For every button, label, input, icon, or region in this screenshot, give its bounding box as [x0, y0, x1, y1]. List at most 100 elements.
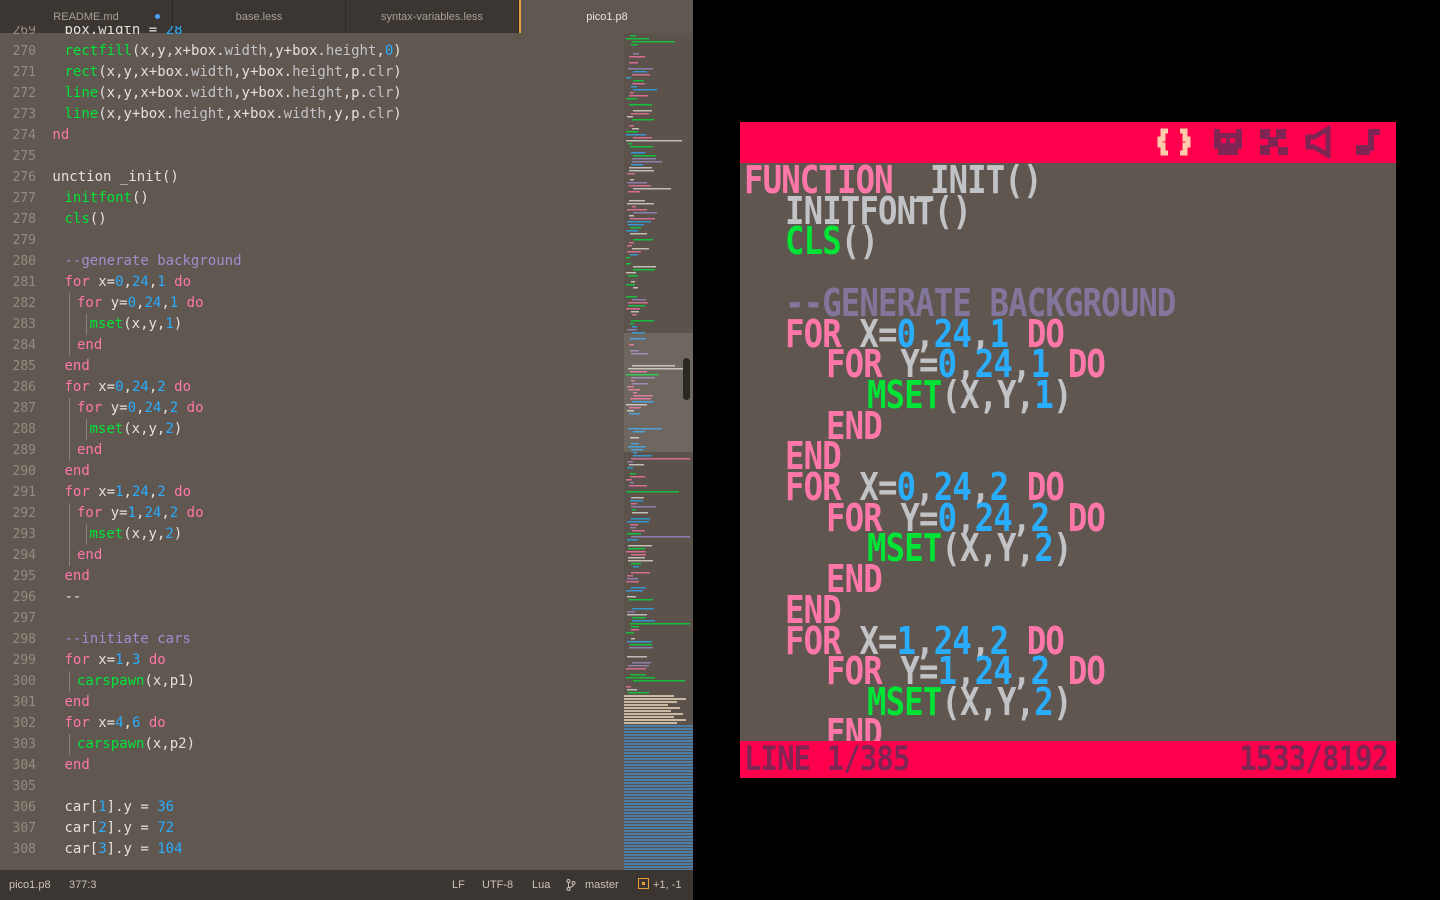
code-line[interactable]: 288 mset(x,y,2) — [0, 419, 624, 440]
code-editor[interactable]: 269 box.width = 28 270 rectfill(x,y,x+box.w… — [0, 26, 624, 870]
minimap-line — [627, 245, 632, 247]
code-line[interactable]: 307 car[2].y = 72 — [0, 818, 624, 839]
minimap-line — [632, 299, 646, 301]
code-line[interactable]: 303 carspawn(x,p2) — [0, 734, 624, 755]
minimap[interactable] — [624, 33, 693, 870]
code-token: , — [123, 379, 132, 395]
pico8-code-line[interactable]: CLS() — [785, 222, 879, 260]
code-line[interactable]: 293 mset(x,y,2) — [0, 524, 624, 545]
status-git-branch[interactable]: master — [585, 879, 619, 891]
code-token: , — [161, 505, 170, 521]
code-text: --initiate cars — [65, 629, 191, 650]
minimap-line — [624, 821, 693, 823]
code-line[interactable]: 289 end — [0, 440, 624, 461]
indent-guide — [68, 335, 70, 356]
code-tab-icon[interactable] — [1156, 125, 1192, 159]
code-line[interactable]: 277 initfont() — [0, 188, 624, 209]
code-line[interactable]: 292 for y=1,24,2 do — [0, 503, 624, 524]
code-line[interactable]: 278 cls() — [0, 209, 624, 230]
code-token: (x,p2) — [144, 736, 196, 752]
code-line[interactable]: 298 --initiate cars — [0, 629, 624, 650]
vertical-scrollbar[interactable] — [683, 358, 690, 400]
minimap-line — [633, 239, 653, 241]
code-line[interactable]: 281 for x=0,24,1 do — [0, 272, 624, 293]
code-line[interactable]: 279 — [0, 230, 624, 251]
code-line[interactable]: 280 --generate background — [0, 251, 624, 272]
code-line[interactable]: 299 for x=1,3 do — [0, 650, 624, 671]
code-line[interactable]: 276 function _init() — [0, 167, 624, 188]
code-line[interactable]: 300 carspawn(x,p1) — [0, 671, 624, 692]
minimap-line — [628, 224, 644, 226]
code-line[interactable]: 275 — [0, 146, 624, 167]
map-tab-icon[interactable] — [1256, 125, 1292, 159]
code-token: for — [64, 652, 90, 668]
status-line-ending[interactable]: LF — [452, 879, 465, 891]
code-line[interactable]: 306 car[1].y = 36 — [0, 797, 624, 818]
status-cursor-position[interactable]: 377:3 — [69, 879, 97, 891]
minimap-line — [624, 713, 683, 715]
code-line[interactable]: 286 for x=0,24,2 do — [0, 377, 624, 398]
line-number: 274 — [12, 128, 36, 143]
pico8-code-line[interactable]: END — [826, 714, 883, 741]
code-line[interactable]: 290 end — [0, 461, 624, 482]
code-line[interactable]: 308 car[3].y = 104 — [0, 839, 624, 860]
sprite-tab-icon[interactable] — [1210, 125, 1246, 159]
code-line[interactable]: 304 end — [0, 755, 624, 776]
code-line[interactable]: 302 for x=4,6 do — [0, 713, 624, 734]
status-encoding[interactable]: UTF-8 — [482, 879, 513, 891]
code-line[interactable]: 294 end — [0, 545, 624, 566]
pico8-code-token: (X,Y, — [941, 526, 1035, 571]
code-token: ,y+box. — [233, 85, 293, 101]
minimap-line — [624, 728, 693, 730]
indent-guide — [68, 524, 70, 545]
code-line[interactable]: 291 for x=1,24,2 do — [0, 482, 624, 503]
code-line[interactable]: 271 rect(x,y,x+box.width,y+box.height,p.c… — [0, 62, 624, 83]
pico8-code-area[interactable]: FUNCTION _INIT() INITFONT() CLS() --GENERAT… — [740, 163, 1396, 741]
status-file-name[interactable]: pico1.p8 — [9, 879, 51, 891]
minimap-line — [628, 560, 653, 562]
minimap-line — [631, 311, 639, 313]
status-git-diff[interactable]: +1, -1 — [653, 879, 681, 891]
pico8-code-line[interactable]: MSET(X,Y,2) — [867, 529, 1072, 567]
code-line[interactable]: 270 rectfill(x,y,x+box.width,y+box.height… — [0, 41, 624, 62]
sfx-tab-icon[interactable] — [1302, 124, 1338, 160]
code-line[interactable]: 269 box.width = 28 — [0, 26, 624, 41]
minimap-line — [627, 521, 649, 523]
minimap-line — [626, 686, 631, 688]
minimap-line — [630, 644, 652, 646]
pico8-code-token: ) — [1052, 526, 1072, 571]
minimap-line — [633, 89, 657, 91]
minimap-line — [624, 725, 693, 727]
code-text: end — [77, 335, 102, 356]
code-line[interactable]: 301 end — [0, 692, 624, 713]
minimap-line — [633, 155, 656, 157]
pico8-code-line[interactable]: MSET(X,Y,2) — [867, 683, 1072, 721]
code-line[interactable]: 284 end — [0, 335, 624, 356]
code-line[interactable]: 272 line(x,y,x+box.width,y+box.height,p.c… — [0, 83, 624, 104]
minimap-line — [630, 227, 641, 229]
code-line[interactable]: 295 end — [0, 566, 624, 587]
code-line[interactable]: 273 line(x,y+box.height,x+box.width,y,p.c… — [0, 104, 624, 125]
code-line[interactable]: 283 mset(x,y,1) — [0, 314, 624, 335]
pico8-code-token: DO — [1067, 495, 1106, 540]
code-text: end — [77, 545, 102, 566]
minimap-line — [631, 518, 650, 520]
minimap-line — [632, 620, 655, 622]
code-line[interactable]: 305 — [0, 776, 624, 797]
code-token: end — [64, 757, 90, 773]
code-line[interactable]: 297 — [0, 608, 624, 629]
music-tab-icon[interactable] — [1348, 125, 1384, 159]
code-line[interactable]: 285 end — [0, 356, 624, 377]
code-line[interactable]: 287 for y=0,24,2 do — [0, 398, 624, 419]
minimap-line — [628, 305, 645, 307]
minimap-line — [624, 848, 693, 850]
code-line[interactable]: 282 for y=0,24,1 do — [0, 293, 624, 314]
code-line[interactable]: 274 end — [0, 125, 624, 146]
pico8-code-line[interactable]: MSET(X,Y,1) — [867, 376, 1072, 414]
minimap-line — [624, 782, 693, 784]
code-line[interactable]: 296 -- — [0, 587, 624, 608]
code-token: do — [174, 379, 191, 395]
minimap-line — [624, 785, 693, 787]
status-grammar[interactable]: Lua — [532, 879, 550, 891]
